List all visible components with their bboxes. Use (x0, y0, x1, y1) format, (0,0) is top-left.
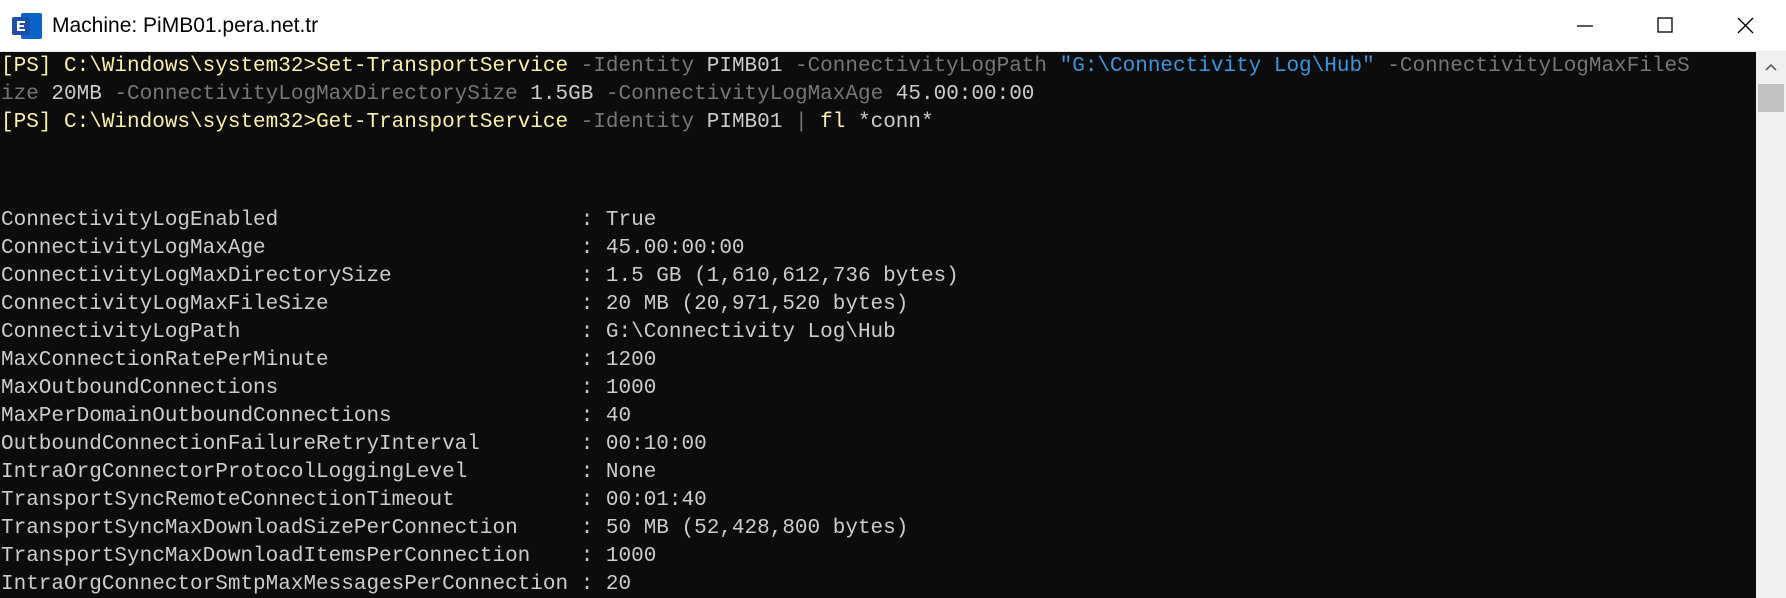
output-line: TransportSyncRemoteConnectionTimeout : 0… (1, 489, 707, 512)
output-line: MaxOutboundConnections : 1000 (1, 377, 657, 400)
scroll-up-button[interactable] (1756, 52, 1786, 82)
powershell-window: Machine: PiMB01.pera.net.tr [PS] C:\Wind… (0, 0, 1786, 598)
argument: PIMB01 (694, 55, 783, 78)
output-line: IntraOrgConnectorSmtpMaxMessagesPerConne… (1, 573, 632, 596)
minimize-button[interactable] (1546, 0, 1626, 52)
output-line: TransportSyncMaxDownloadItemsPerConnecti… (1, 545, 657, 568)
parameter: -Identity (568, 55, 695, 78)
cmdlet-name: fl (807, 111, 846, 134)
parameter: -ConnectivityLogPath (782, 55, 1048, 78)
output-line: ConnectivityLogPath : G:\Connectivity Lo… (1, 321, 896, 344)
prompt: [PS] C:\Windows\system32> (1, 111, 317, 134)
output-line: OutboundConnectionFailureRetryInterval :… (1, 433, 707, 456)
output-line: ConnectivityLogMaxDirectorySize : 1.5 GB… (1, 265, 959, 288)
maximize-icon (1657, 17, 1673, 33)
argument: 45.00:00:00 (883, 83, 1035, 106)
output-line: MaxPerDomainOutboundConnections : 40 (1, 405, 632, 428)
vertical-scrollbar[interactable] (1756, 52, 1786, 598)
scrollbar-thumb[interactable] (1758, 84, 1784, 112)
parameter: -Identity (568, 111, 695, 134)
minimize-icon (1577, 25, 1593, 27)
argument: 20MB (38, 83, 102, 106)
pipe-operator: | (782, 111, 808, 134)
command-line-1: [PS] C:\Windows\system32>Set-TransportSe… (1, 53, 1690, 81)
command-line-2: [PS] C:\Windows\system32>Get-TransportSe… (1, 109, 934, 137)
output-line: ConnectivityLogEnabled : True (1, 209, 657, 232)
close-button[interactable] (1706, 0, 1786, 52)
output-line: ConnectivityLogMaxAge : 45.00:00:00 (1, 237, 745, 260)
output-line: IntraOrgConnectorProtocolLoggingLevel : … (1, 461, 657, 484)
output-line: ConnectivityLogMaxFileSize : 20 MB (20,9… (1, 293, 909, 316)
window-title: Machine: PiMB01.pera.net.tr (52, 14, 319, 37)
output-line: TransportSyncMaxDownloadSizePerConnectio… (1, 517, 909, 540)
argument: 1.5GB (517, 83, 594, 106)
cmdlet-name: Set-TransportService (316, 55, 569, 78)
maximize-button[interactable] (1626, 0, 1706, 52)
string-argument: "G:\Connectivity Log\Hub" (1047, 55, 1375, 78)
console-output-area[interactable]: [PS] C:\Windows\system32>Set-TransportSe… (0, 52, 1756, 598)
exchange-management-shell-icon (12, 13, 42, 39)
close-icon (1737, 17, 1754, 34)
parameter: -ConnectivityLogMaxAge (593, 83, 884, 106)
parameter: -ConnectivityLogMaxFileS (1374, 55, 1690, 78)
output-line: MaxConnectionRatePerMinute : 1200 (1, 349, 657, 372)
parameter: -ConnectivityLogMaxDirectorySize (101, 83, 518, 106)
cmdlet-name: Get-TransportService (316, 111, 569, 134)
title-bar[interactable]: Machine: PiMB01.pera.net.tr (0, 0, 1786, 52)
prompt: [PS] C:\Windows\system32> (1, 55, 317, 78)
argument: *conn* (845, 111, 934, 134)
parameter: ize (1, 83, 39, 106)
argument: PIMB01 (694, 111, 783, 134)
command-line-1-wrap: ize 20MB -ConnectivityLogMaxDirectorySiz… (1, 81, 1034, 109)
chevron-up-icon (1765, 63, 1777, 71)
